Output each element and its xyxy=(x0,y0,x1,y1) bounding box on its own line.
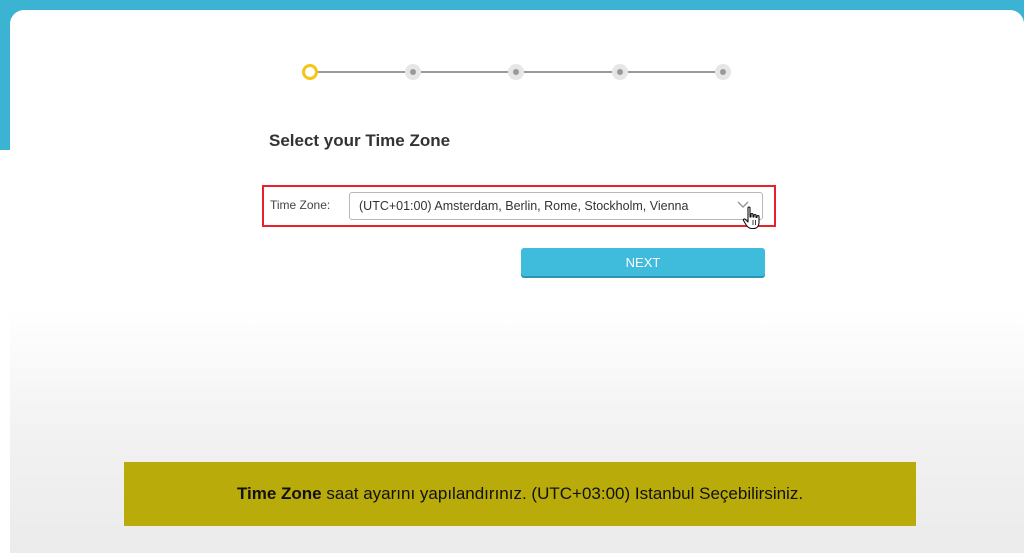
time-zone-select[interactable]: (UTC+01:00) Amsterdam, Berlin, Rome, Sto… xyxy=(349,192,763,220)
step-5-indicator xyxy=(715,64,731,80)
caption-text: saat ayarını yapılandırınız. (UTC+03:00)… xyxy=(321,484,804,503)
step-2-indicator xyxy=(405,64,421,80)
time-zone-selected-value: (UTC+01:00) Amsterdam, Berlin, Rome, Sto… xyxy=(359,199,689,213)
time-zone-field-highlight: Time Zone: (UTC+01:00) Amsterdam, Berlin… xyxy=(262,185,776,227)
tutorial-caption: Time Zone saat ayarını yapılandırınız. (… xyxy=(124,462,916,526)
next-button[interactable]: NEXT xyxy=(521,248,765,276)
time-zone-label: Time Zone: xyxy=(270,198,331,212)
step-3-indicator xyxy=(508,64,524,80)
progress-stepper xyxy=(300,60,731,84)
hand-pointer-icon xyxy=(742,206,760,230)
caption-bold-text: Time Zone xyxy=(236,484,322,503)
step-1-indicator xyxy=(302,64,318,80)
page-title: Select your Time Zone xyxy=(269,131,451,150)
step-4-indicator xyxy=(612,64,628,80)
